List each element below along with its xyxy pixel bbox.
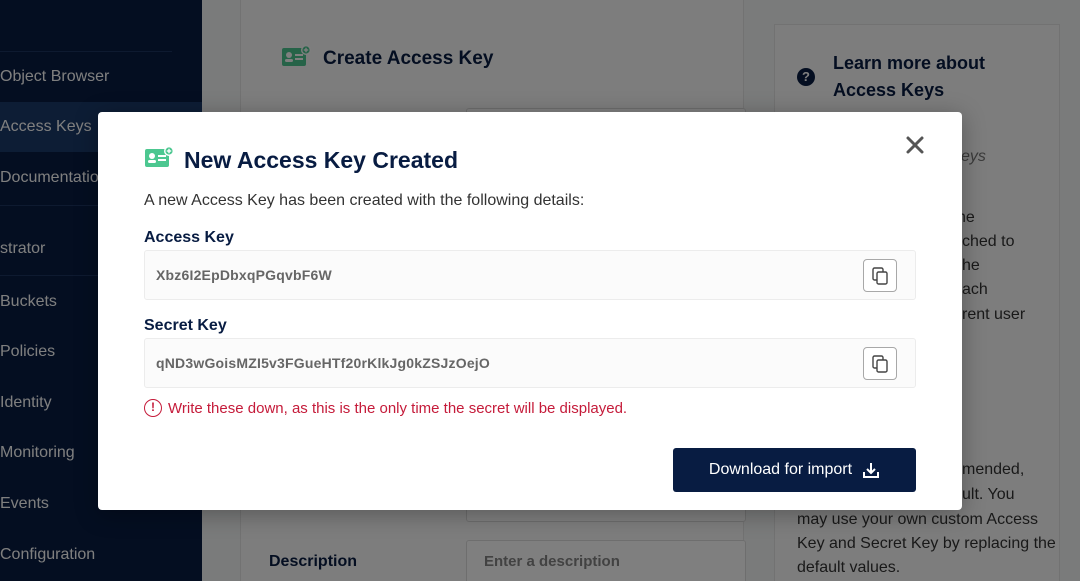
download-button-label: Download for import [708, 461, 853, 478]
access-key-label: Access Key [144, 229, 234, 246]
secret-key-label: Secret Key [144, 317, 227, 334]
access-key-value: Xbz6I2EpDbxqPGqvbF6W [156, 267, 332, 283]
warning-message: ! Write these down, as this is the only … [144, 399, 627, 417]
copy-access-key-button[interactable] [863, 259, 897, 292]
new-access-key-modal: New Access Key Created A new Access Key … [98, 112, 962, 510]
copy-icon [872, 354, 888, 373]
close-button[interactable] [902, 132, 928, 158]
modal-title-text: New Access Key Created [184, 146, 459, 173]
modal-intro-text: A new Access Key has been created with t… [144, 192, 585, 209]
download-icon [863, 463, 880, 478]
secret-key-value: qND3wGoisMZI5v3FGueHTf20rKlkJg0kZSJzOejO [156, 355, 490, 371]
access-key-box: Xbz6I2EpDbxqPGqvbF6W [144, 250, 916, 300]
secret-key-box: qND3wGoisMZI5v3FGueHTf20rKlkJg0kZSJzOejO [144, 338, 916, 388]
copy-icon [872, 266, 888, 285]
warning-icon: ! [144, 399, 162, 417]
download-for-import-button[interactable]: Download for import [673, 448, 916, 492]
close-icon [906, 136, 924, 154]
modal-title: New Access Key Created [144, 146, 458, 174]
warning-text: Write these down, as this is the only ti… [168, 399, 628, 417]
copy-secret-key-button[interactable] [863, 347, 897, 380]
access-key-icon [144, 146, 174, 174]
